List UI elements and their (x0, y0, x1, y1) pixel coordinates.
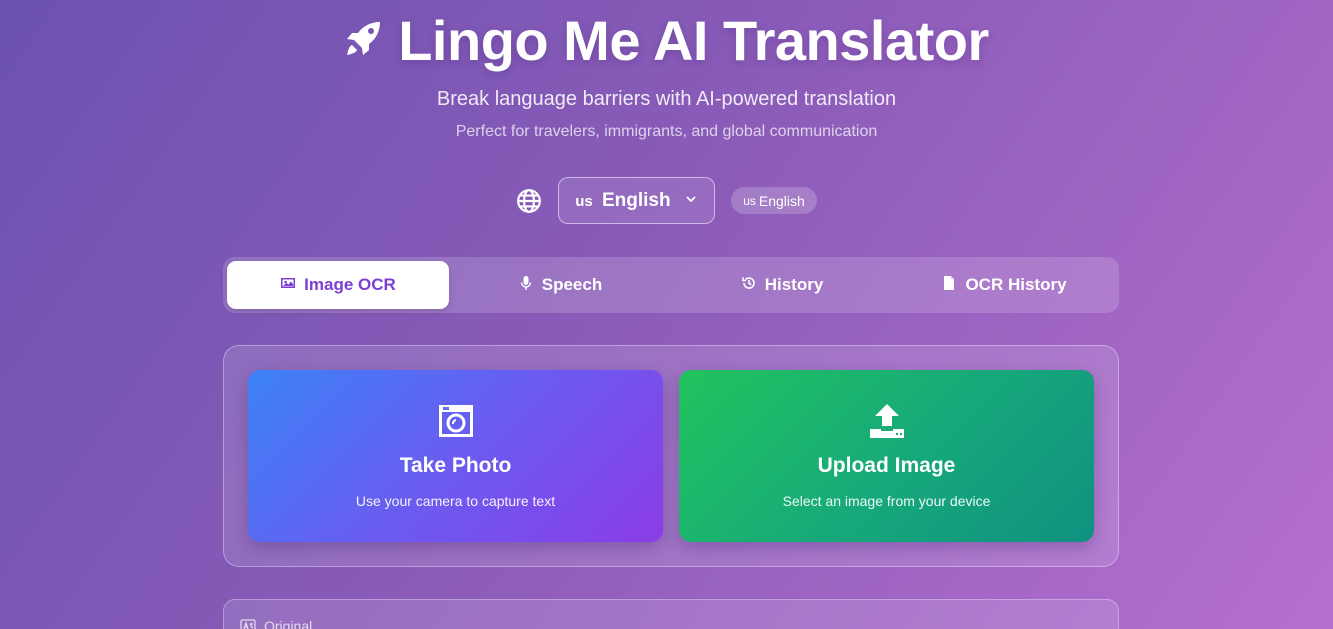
camera-icon (437, 402, 475, 440)
image-icon (280, 275, 296, 296)
language-code: us (575, 192, 593, 210)
microphone-icon (518, 275, 534, 296)
tab-label: Speech (541, 275, 603, 294)
title-row: Lingo Me AI Translator (0, 8, 1333, 72)
tab-label: Image OCR (304, 275, 396, 294)
original-label: Original (264, 618, 313, 629)
tab-speech[interactable]: Speech (449, 261, 671, 309)
tab-image-ocr[interactable]: Image OCR (227, 261, 449, 309)
tab-label: OCR History (965, 275, 1067, 294)
upload-image-description: Select an image from your device (782, 493, 991, 509)
language-select-value: us English (575, 190, 670, 212)
language-icon (240, 618, 256, 629)
app-subtitle: Break language barriers with AI-powered … (436, 88, 897, 110)
current-language-badge: us English (731, 187, 817, 214)
history-icon (741, 275, 757, 296)
upload-image-title: Upload Image (817, 454, 956, 477)
language-select[interactable]: us English (558, 177, 716, 224)
file-icon (941, 275, 957, 296)
original-text-section: Original (223, 599, 1119, 629)
mode-tabs: Image OCR Speech History OCR History (223, 257, 1119, 313)
take-photo-description: Use your camera to capture text (355, 493, 556, 509)
tab-label: History (764, 275, 824, 294)
take-photo-title: Take Photo (399, 454, 512, 477)
app-tagline: Perfect for travelers, immigrants, and g… (455, 123, 878, 140)
chevron-down-icon (684, 190, 698, 212)
image-ocr-panel: Take Photo Use your camera to capture te… (223, 345, 1119, 567)
badge-language-label: English (758, 192, 805, 209)
globe-icon (516, 188, 542, 214)
app-title: Lingo Me AI Translator (398, 8, 989, 72)
header: Lingo Me AI Translator Break language ba… (0, 8, 1333, 141)
rocket-icon (344, 18, 384, 63)
tab-ocr-history[interactable]: OCR History (893, 261, 1115, 309)
language-row: us English us English (0, 177, 1333, 224)
upload-image-button[interactable]: Upload Image Select an image from your d… (679, 370, 1094, 542)
take-photo-button[interactable]: Take Photo Use your camera to capture te… (248, 370, 663, 542)
language-label: English (601, 189, 671, 211)
badge-language-code: us (743, 193, 756, 208)
tab-history[interactable]: History (671, 261, 893, 309)
upload-icon (868, 402, 906, 440)
